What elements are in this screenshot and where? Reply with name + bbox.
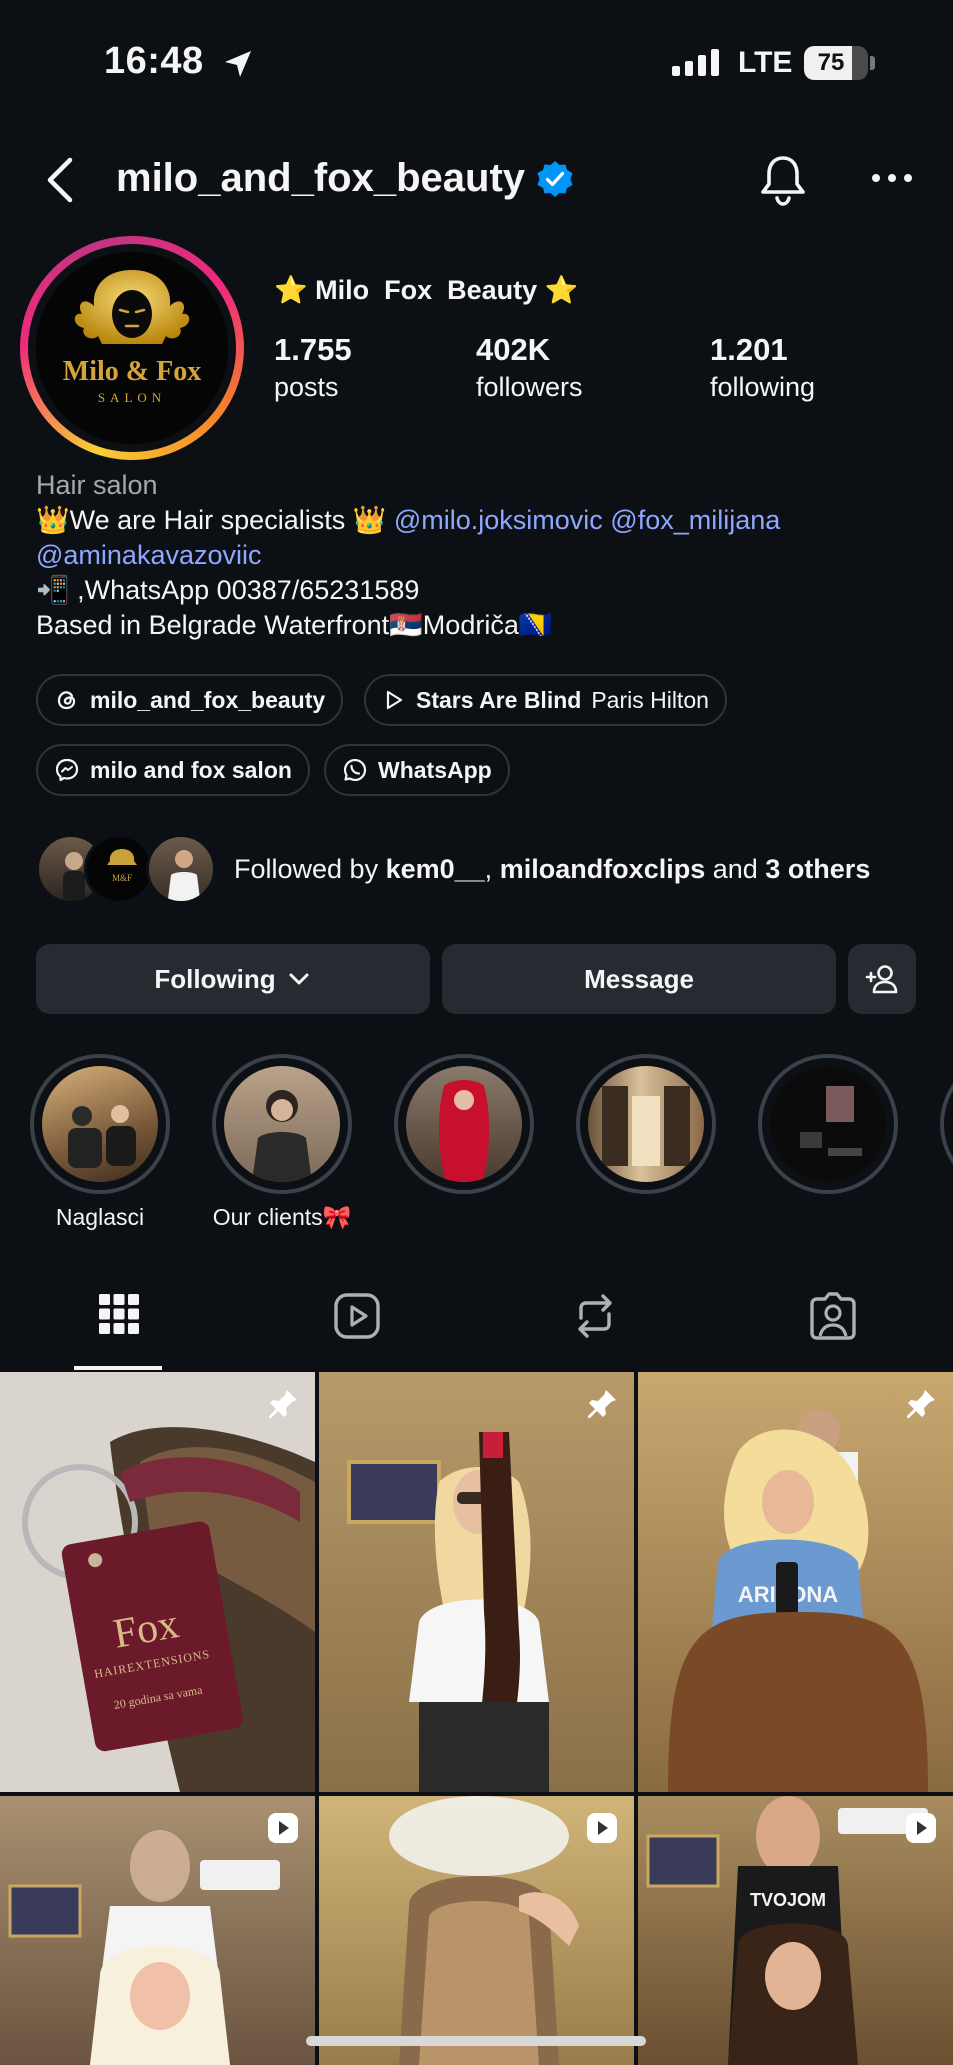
- following-button[interactable]: Following: [36, 944, 430, 1014]
- whatsapp-icon: [343, 758, 367, 782]
- message-button[interactable]: Message: [442, 944, 836, 1014]
- follower-avatar: [146, 834, 216, 904]
- messenger-icon: [55, 758, 79, 782]
- followers-label: followers: [476, 372, 583, 402]
- follower-avatar: M&F: [84, 834, 154, 904]
- battery-icon: 75: [804, 46, 868, 80]
- mention-link[interactable]: @aminakavazoviic: [36, 540, 262, 570]
- bio-whatsapp-line: 📲 ,WhatsApp 00387/65231589: [36, 575, 420, 605]
- following-button-label: Following: [154, 963, 276, 994]
- pin-icon: [907, 1390, 935, 1418]
- profile-tabs: [0, 1282, 953, 1372]
- chip-sublabel: Paris Hilton: [591, 686, 709, 713]
- more-options-icon[interactable]: [868, 170, 916, 186]
- follower-username[interactable]: miloandfoxclips: [500, 854, 706, 884]
- chip-label: milo_and_fox_beauty: [90, 686, 326, 713]
- profile-bio: Hair salon 👑We are Hair specialists 👑 @m…: [36, 468, 936, 643]
- status-bar: 16:48 LTE 75: [0, 0, 953, 130]
- back-arrow-icon[interactable]: [40, 154, 84, 206]
- post-thumbnail[interactable]: ARIZONA: [638, 1372, 953, 1792]
- post-thumbnail[interactable]: [319, 1372, 634, 1792]
- signal-bars-icon: [672, 49, 719, 76]
- highlight-cover: [588, 1066, 704, 1182]
- status-time: 16:48: [104, 40, 204, 82]
- battery-cap: [870, 56, 875, 70]
- chip-label: WhatsApp: [378, 756, 492, 783]
- post-thumbnail[interactable]: TVOJOM: [638, 1796, 953, 2065]
- tab-tagged[interactable]: [714, 1282, 952, 1372]
- mention-link[interactable]: @fox_milijana: [610, 505, 780, 535]
- profile-avatar[interactable]: Milo & Fox SALON: [20, 236, 244, 460]
- profile-header: milo_and_fox_beauty: [0, 140, 953, 220]
- home-indicator[interactable]: [306, 2036, 646, 2046]
- logo-text-sub: SALON: [98, 390, 166, 405]
- music-chip[interactable]: Stars Are Blind Paris Hilton: [364, 674, 727, 726]
- grid-icon: [99, 1294, 139, 1334]
- bell-icon[interactable]: [758, 152, 808, 208]
- chip-label: Stars Are Blind: [416, 686, 582, 713]
- battery-level: 75: [817, 49, 845, 76]
- story-highlights: Naglasci Our clients🎀: [0, 1054, 953, 1234]
- chevron-down-icon: [289, 973, 309, 985]
- stat-followers[interactable]: 402K followers: [476, 332, 583, 403]
- tagged-icon: [810, 1292, 856, 1340]
- threads-link-chip[interactable]: milo_and_fox_beauty: [36, 674, 344, 726]
- followers-others[interactable]: 3 others: [765, 854, 870, 884]
- followers-count: 402K: [476, 332, 551, 367]
- network-type: LTE: [738, 46, 793, 79]
- verified-badge-icon: [537, 161, 573, 197]
- category-label: Hair salon: [36, 470, 158, 500]
- followed-by-row[interactable]: M&F Followed by kem0__, miloandfoxclips …: [36, 834, 936, 904]
- whatsapp-chip[interactable]: WhatsApp: [324, 744, 510, 796]
- bio-text: 👑We are Hair specialists 👑: [36, 505, 394, 535]
- posts-grid: Fox HAIREXTENSIONS 20 godina sa vama TVO…: [0, 1372, 953, 2065]
- bio-location-line: Based in Belgrade Waterfront🇷🇸Modriča🇧🇦: [36, 610, 553, 640]
- reel-icon: [906, 1813, 936, 1843]
- highlight-cover: [224, 1066, 340, 1182]
- highlight-cover: [770, 1066, 886, 1182]
- highlight-cover: [406, 1066, 522, 1182]
- reposts-icon: [578, 1294, 612, 1338]
- add-user-icon: [865, 965, 898, 994]
- following-label: following: [710, 372, 816, 402]
- followed-by-text: Followed by kem0__, miloandfoxclips and …: [234, 854, 871, 884]
- tab-grid[interactable]: [0, 1282, 238, 1372]
- messenger-chip[interactable]: milo and fox salon: [36, 744, 310, 796]
- post-shirt-text: TVOJOM: [750, 1890, 826, 1910]
- stat-posts[interactable]: 1.755 posts: [274, 332, 352, 403]
- salon-logo-icon: Milo & Fox SALON: [36, 252, 228, 444]
- svg-text:M&F: M&F: [112, 873, 132, 883]
- post-thumbnail[interactable]: Fox HAIREXTENSIONS 20 godina sa vama: [0, 1372, 315, 1792]
- tab-reposts[interactable]: [476, 1282, 714, 1372]
- suggest-users-button[interactable]: [848, 944, 916, 1014]
- mention-link[interactable]: @milo.joksimovic: [394, 505, 603, 535]
- reels-icon: [334, 1293, 380, 1339]
- display-name: ⭐ Milo Fox Beauty ⭐: [274, 275, 579, 305]
- posts-count: 1.755: [274, 332, 352, 367]
- location-arrow-icon: [225, 51, 251, 77]
- avatar-logo: Milo & Fox SALON: [36, 252, 228, 444]
- highlight-label: Our clients🎀: [212, 1204, 352, 1230]
- play-icon: [386, 690, 403, 710]
- pin-icon: [588, 1390, 616, 1418]
- stat-following[interactable]: 1.201 following: [710, 332, 815, 403]
- following-count: 1.201: [710, 332, 788, 367]
- follower-username[interactable]: kem0__: [386, 854, 485, 884]
- chip-label: milo and fox salon: [90, 756, 292, 783]
- username-title: milo_and_fox_beauty: [116, 156, 526, 200]
- post-thumbnail[interactable]: [0, 1796, 315, 2065]
- message-button-label: Message: [584, 963, 694, 994]
- tab-reels[interactable]: [238, 1282, 476, 1372]
- pin-icon: [269, 1390, 297, 1418]
- highlight-cover: [42, 1066, 158, 1182]
- posts-label: posts: [274, 372, 339, 402]
- active-tab-indicator: [74, 1366, 162, 1370]
- threads-icon: [57, 691, 76, 710]
- logo-text-main: Milo & Fox: [63, 356, 201, 387]
- reel-icon: [587, 1813, 617, 1843]
- post-thumbnail[interactable]: [319, 1796, 634, 2065]
- reel-icon: [268, 1813, 298, 1843]
